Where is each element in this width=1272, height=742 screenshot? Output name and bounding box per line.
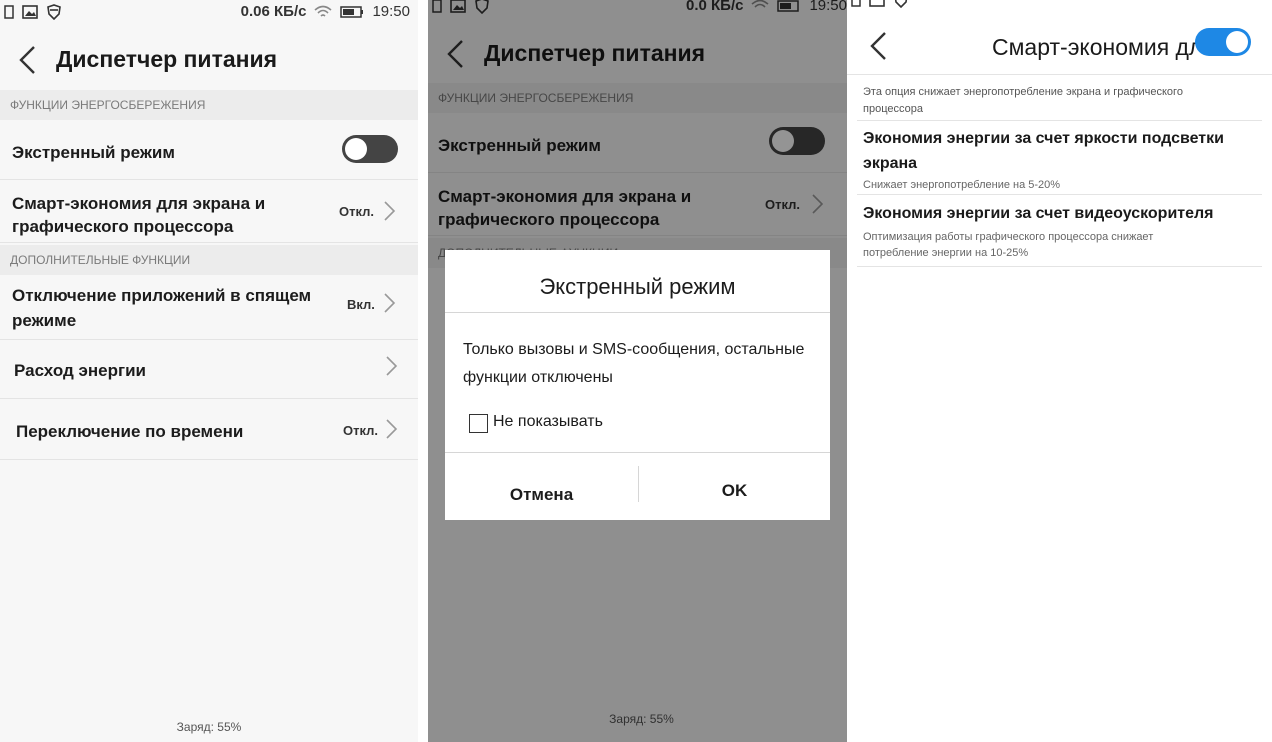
dont-show-label[interactable]: Не показывать: [493, 413, 603, 431]
option-description-line1: Эта опция снижает энергопотребление экра…: [863, 86, 1183, 98]
wifi-icon: [314, 5, 332, 17]
network-speed: 0.06 КБ/с: [240, 3, 307, 20]
option-description: Эта опция снижает энергопотребление экра…: [863, 84, 1252, 118]
status-bar: [847, 0, 1272, 12]
dont-show-checkbox[interactable]: [469, 414, 488, 433]
chevron-right-icon: [386, 356, 398, 376]
brightness-economy-title-line1: Экономия энергии за счет яркости подсвет…: [863, 130, 1224, 147]
smart-economy-row[interactable]: Смарт-экономия для экрана и графического…: [0, 181, 418, 243]
image-icon: [22, 5, 38, 19]
page-title: Смарт-экономия для: [992, 34, 1197, 60]
energy-usage-row[interactable]: Расход энергии: [0, 341, 418, 399]
app-bar: Диспетчер питания: [0, 30, 418, 88]
emergency-dialog-screen: 0.0 КБ/с 19:50 Диспетчер питания ФУНКЦИИ…: [428, 0, 855, 742]
emergency-mode-row[interactable]: Экстренный режим: [0, 120, 418, 180]
page-title: Диспетчер питания: [56, 46, 278, 72]
dialog-message-line1: Только вызовы и SMS-сообщения, остальные: [463, 341, 805, 358]
sim-icon: [4, 5, 14, 19]
option-description-line2: процессора: [863, 103, 923, 115]
dialog-title: Экстренный режим: [539, 274, 736, 299]
brightness-economy-title-line2: экрана: [863, 155, 918, 172]
schedule-label: Переключение по времени: [16, 422, 244, 441]
chevron-right-icon: [384, 201, 396, 221]
smart-economy-label-line2: графического процессора: [12, 217, 234, 236]
dialog-divider: [445, 312, 830, 313]
sleep-apps-row[interactable]: Отключение приложений в спящем режиме Вк…: [0, 275, 418, 340]
notification-icons: [4, 4, 62, 20]
back-arrow-icon[interactable]: [865, 30, 893, 62]
smart-economy-toggle[interactable]: [1195, 28, 1251, 56]
gpu-economy-subtitle-line1: Оптимизация работы графического процессо…: [863, 231, 1154, 243]
dialog-button-divider: [445, 452, 830, 453]
gpu-economy-subtitle-line2: потребление энергии на 10-25%: [863, 247, 1029, 259]
sleep-apps-label-line1: Отключение приложений в спящем: [12, 286, 312, 305]
cancel-button[interactable]: Отмена: [445, 474, 638, 526]
dialog-message: Только вызовы и SMS-сообщения, остальные…: [463, 336, 812, 392]
sim-icon: [851, 0, 861, 7]
brightness-economy-subtitle: Снижает энергопотребление на 5-20%: [863, 179, 1061, 191]
divider: [857, 120, 1262, 121]
power-manager-screen: 0.06 КБ/с 19:50 Диспетчер питания ФУНКЦИ…: [0, 0, 418, 742]
schedule-row[interactable]: Переключение по времени Откл.: [0, 400, 418, 460]
shield-icon: [47, 4, 61, 20]
dialog-message-line2: функции отключены: [463, 369, 613, 386]
emergency-mode-toggle[interactable]: [342, 135, 398, 163]
divider: [857, 194, 1262, 195]
status-right: 0.06 КБ/с 19:50: [241, 3, 410, 20]
gpu-economy-title: Экономия энергии за счет видеоускорителя: [863, 205, 1214, 222]
battery-icon: [340, 5, 364, 18]
smart-economy-label-line1: Смарт-экономия для экрана и: [12, 194, 266, 213]
chevron-right-icon: [384, 293, 396, 313]
clock: 19:50: [372, 3, 410, 20]
smart-economy-screen: Смарт-экономия для Эта опция снижает эне…: [847, 0, 1272, 742]
appbar-divider: [847, 74, 1272, 75]
app-bar: Смарт-экономия для: [847, 16, 1272, 74]
shield-icon: [894, 0, 908, 8]
chevron-right-icon: [386, 419, 398, 439]
ok-button[interactable]: OK: [639, 470, 830, 522]
smart-economy-value: Откл.: [339, 204, 375, 219]
image-icon: [869, 0, 885, 7]
notification-icons: [851, 0, 909, 8]
sleep-apps-value: Вкл.: [347, 297, 375, 312]
energy-usage-label: Расход энергии: [14, 361, 146, 380]
section-header-power-saving: ФУНКЦИИ ЭНЕРГОСБЕРЕЖЕНИЯ: [0, 90, 418, 120]
sleep-apps-label-line2: режиме: [12, 311, 77, 330]
charge-level: Заряд: 55%: [176, 720, 242, 734]
back-arrow-icon[interactable]: [14, 44, 42, 76]
status-bar: 0.06 КБ/с 19:50: [0, 0, 418, 24]
schedule-value: Откл.: [343, 423, 379, 438]
emergency-mode-label: Экстренный режим: [12, 143, 175, 162]
section-header-additional: ДОПОЛНИТЕЛЬНЫЕ ФУНКЦИИ: [0, 245, 418, 275]
emergency-mode-dialog: Экстренный режим Только вызовы и SMS-соо…: [445, 250, 830, 520]
divider: [857, 266, 1262, 267]
